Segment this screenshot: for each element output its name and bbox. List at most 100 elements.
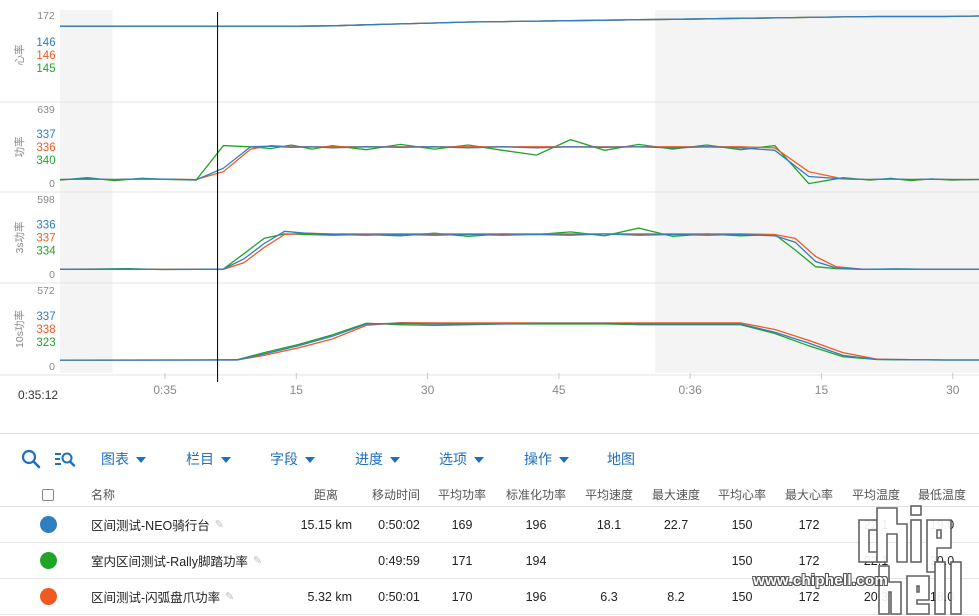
- y-min-label: 0: [49, 269, 55, 281]
- cell-min-temp: 18.0: [929, 589, 955, 604]
- col-avg-hr[interactable]: 平均心率: [718, 483, 766, 506]
- x-tick-label: 30: [946, 383, 960, 397]
- menu-progress-label: 进度: [355, 451, 383, 467]
- menu-map-label: 地图: [607, 451, 635, 467]
- col-name[interactable]: 名称: [91, 483, 115, 506]
- x-tick-label: 15: [290, 383, 304, 397]
- chevron-down-icon: [559, 456, 569, 463]
- pencil-icon[interactable]: ✎: [253, 554, 262, 567]
- menu-fields[interactable]: 字段: [270, 449, 315, 469]
- row-color-cell: [38, 543, 58, 578]
- activity-name: 室内区间测试-Rally脚踏功率: [91, 555, 248, 569]
- menu-actions-label: 操作: [524, 451, 552, 467]
- col-max-hr[interactable]: 最大心率: [785, 483, 833, 506]
- zoom-list-icon[interactable]: [54, 448, 76, 470]
- cell-max-speed: [656, 543, 696, 578]
- x-tick-label: 30: [421, 383, 435, 397]
- activity-name-cell[interactable]: 室内区间测试-Rally脚踏功率 ✎: [91, 543, 262, 578]
- cell-moving-time: 0:49:59: [378, 553, 420, 568]
- menu-map[interactable]: 地图: [607, 449, 635, 469]
- menu-options-label: 选项: [439, 451, 467, 467]
- menu-columns[interactable]: 栏目: [186, 449, 231, 469]
- row-color-cell: [38, 579, 58, 614]
- y-max-label: 172: [37, 10, 55, 22]
- toolbar: 图表 栏目 字段 进度 选项 操作 地图: [0, 440, 979, 478]
- table-body: 区间测试-NEO骑行台 ✎ 15.15 km 0:50:02 169 196 18.1 22.…: [0, 507, 979, 615]
- cell-avg-speed: [589, 543, 629, 578]
- series-color-dot[interactable]: [39, 552, 57, 569]
- chevron-down-icon: [305, 456, 315, 463]
- cell-avg-temp: 22.1: [863, 517, 889, 532]
- pencil-icon[interactable]: ✎: [215, 518, 224, 531]
- select-all-checkbox-cell[interactable]: [38, 483, 58, 506]
- menu-fields-label: 字段: [270, 451, 298, 467]
- activity-name-cell[interactable]: 区间测试-闪弧盘爪功率 ✎: [91, 579, 234, 614]
- series-value-label: 338: [36, 324, 55, 336]
- x-tick-label: 0:35: [153, 383, 177, 397]
- col-max-speed[interactable]: 最大速度: [652, 483, 700, 506]
- cell-distance: 5.32 km: [307, 589, 352, 604]
- cell-max-hr: 172: [798, 517, 820, 532]
- series-value-label: 340: [36, 155, 55, 167]
- cell-avg-power: 171: [451, 553, 473, 568]
- col-np[interactable]: 标准化功率: [506, 483, 566, 506]
- activity-name-cell[interactable]: 区间测试-NEO骑行台 ✎: [91, 507, 224, 542]
- menu-actions[interactable]: 操作: [524, 449, 569, 469]
- cursor-time: 0:35:12: [18, 388, 59, 402]
- series-value-label: 146: [36, 37, 55, 49]
- cell-moving-time: 0:50:01: [378, 589, 420, 604]
- cell-np: 196: [525, 517, 547, 532]
- y-max-label: 598: [37, 194, 55, 206]
- series-value-label: 145: [36, 63, 55, 75]
- table-row[interactable]: 区间测试-NEO骑行台 ✎ 15.15 km 0:50:02 169 196 18.1 22.…: [0, 507, 979, 543]
- divider: [0, 433, 979, 434]
- chart-area[interactable]: 172 心率 146 146 145 639 0 功率 337 336 340 598 0 3s功率 336…: [0, 0, 979, 410]
- menu-chart[interactable]: 图表: [101, 449, 146, 469]
- cell-moving-time: 0:50:02: [378, 517, 420, 532]
- series-value-label: 337: [36, 129, 55, 141]
- series-value-label: 337: [36, 311, 55, 323]
- y-axis-title: 功率: [13, 137, 26, 158]
- y-min-label: 0: [49, 361, 55, 373]
- series-value-label: 337: [36, 233, 55, 245]
- cell-min-temp: 19.0: [929, 517, 955, 532]
- series-color-dot[interactable]: [39, 588, 57, 605]
- series-value-label: 146: [36, 50, 55, 62]
- cell-avg-speed: 18.1: [596, 517, 622, 532]
- x-tick-label: 0:36: [678, 383, 702, 397]
- y-min-label: 0: [49, 178, 55, 190]
- y-max-label: 639: [37, 104, 55, 116]
- cell-np: 194: [525, 553, 547, 568]
- cell-np: 196: [525, 589, 547, 604]
- chevron-down-icon: [136, 456, 146, 463]
- col-moving-time[interactable]: 移动时间: [372, 483, 420, 506]
- series-color-dot[interactable]: [39, 516, 57, 533]
- menu-columns-label: 栏目: [186, 451, 214, 467]
- cell-distance: [300, 543, 352, 578]
- series-value-label: 334: [36, 246, 56, 258]
- y-axis-title: 心率: [13, 45, 26, 66]
- select-all-checkbox[interactable]: [42, 488, 54, 501]
- cell-avg-hr: 150: [731, 517, 753, 532]
- menu-options[interactable]: 选项: [439, 449, 484, 469]
- activity-name: 区间测试-闪弧盘爪功率: [91, 591, 221, 605]
- col-distance[interactable]: 距离: [314, 483, 338, 506]
- col-avg-speed[interactable]: 平均速度: [585, 483, 633, 506]
- col-min-temp[interactable]: 最低温度: [918, 483, 966, 506]
- pencil-icon[interactable]: ✎: [225, 590, 234, 603]
- search-icon[interactable]: [20, 448, 42, 470]
- cell-max-speed: 22.7: [663, 517, 689, 532]
- cell-distance: 15.15 km: [300, 517, 352, 532]
- col-avg-temp[interactable]: 平均温度: [852, 483, 900, 506]
- series-value-label: 336: [36, 220, 55, 232]
- col-avg-power[interactable]: 平均功率: [438, 483, 486, 506]
- comparison-charts[interactable]: 172心率1461461456390功率33733634059803s功率 336…: [0, 0, 979, 410]
- x-tick-label: 15: [815, 383, 829, 397]
- chevron-down-icon: [390, 456, 400, 463]
- y-axis-title: 3s功率: [13, 221, 26, 253]
- cell-avg-speed: 6.3: [600, 589, 618, 604]
- x-tick-label: 45: [552, 383, 566, 397]
- menu-progress[interactable]: 进度: [355, 449, 400, 469]
- chevron-down-icon: [474, 456, 484, 463]
- menu-chart-label: 图表: [101, 451, 129, 467]
